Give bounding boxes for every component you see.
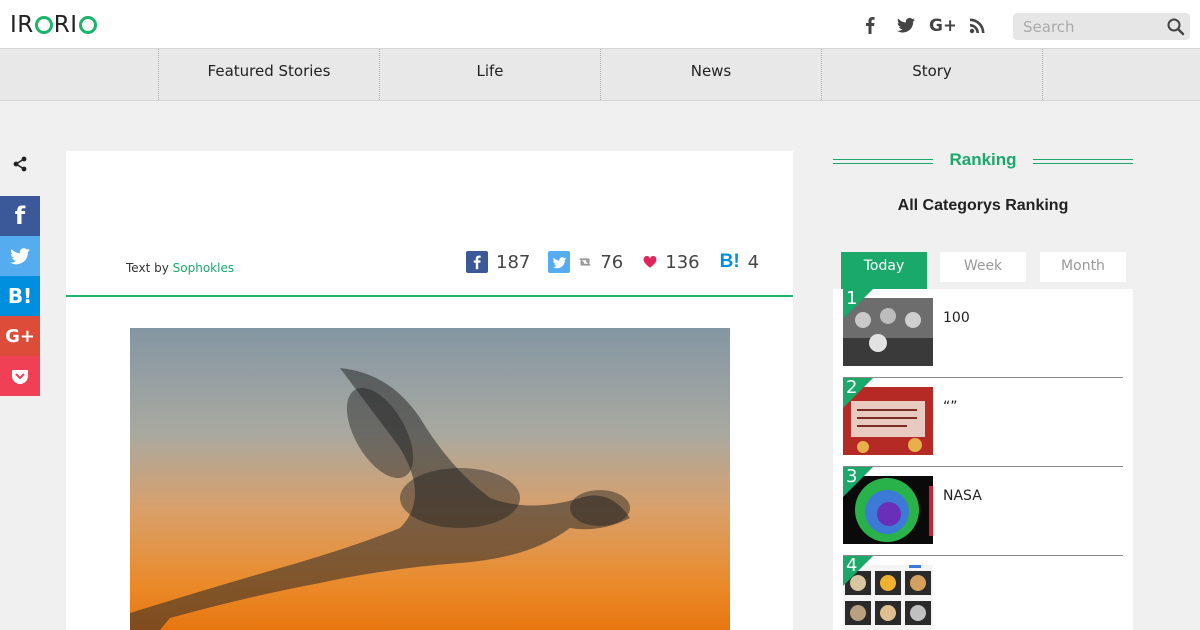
share-counts: 187 76 136 B! 4	[466, 251, 777, 273]
facebook-icon: f	[14, 202, 26, 230]
author-link[interactable]: Sophokles	[173, 261, 234, 275]
nav-item-life[interactable]: Life	[379, 49, 600, 100]
logo-text-i: I	[70, 12, 78, 38]
ranking-header: Ranking	[833, 148, 1133, 174]
ranking-subtitle: All Categorys Ranking	[897, 197, 1069, 214]
google-plus-icon: G+	[5, 325, 35, 347]
share-hatena-button[interactable]: B!	[0, 276, 40, 316]
search-box	[1013, 13, 1190, 40]
hatena-icon: B!	[7, 284, 33, 308]
ranking-list: 1 100 2 “” 3 NASA 4	[833, 288, 1133, 630]
header-social-links: G+	[852, 12, 996, 38]
google-plus-icon[interactable]: G+	[924, 12, 960, 38]
share-twitter-button[interactable]	[0, 236, 40, 276]
search-icon[interactable]	[1166, 17, 1186, 37]
site-logo[interactable]: IR R I	[10, 12, 98, 38]
logo-ring	[78, 16, 97, 34]
article-hero-image	[130, 328, 730, 630]
share-google-plus-button[interactable]: G+	[0, 316, 40, 356]
pocket-icon	[12, 370, 28, 384]
facebook-count: 187	[496, 251, 531, 273]
ranking-item-title[interactable]: NASA	[943, 488, 982, 504]
article-divider	[66, 295, 793, 297]
nav-item-story[interactable]: Story	[821, 49, 1042, 100]
article-byline: Text by Sophokles	[126, 261, 234, 275]
list-item[interactable]: 1 100	[843, 288, 1123, 378]
rss-icon[interactable]	[960, 12, 996, 38]
rank-number: 1	[846, 288, 858, 309]
logo-ring	[34, 16, 53, 34]
list-item[interactable]: 4	[843, 555, 1123, 630]
twitter-icon	[10, 248, 30, 265]
rank-number: 4	[846, 555, 858, 576]
list-item[interactable]: 2 “”	[843, 377, 1123, 467]
byline-prefix: Text by	[126, 261, 169, 275]
tab-today[interactable]: Today	[841, 252, 927, 289]
list-item[interactable]: 3 NASA	[843, 466, 1123, 556]
retweet-count: 76	[600, 251, 624, 273]
nav-item-news[interactable]: News	[600, 49, 821, 100]
likes-count: 136	[665, 251, 700, 273]
article-card: Text by Sophokles 187 76 136 B! 4	[66, 151, 793, 630]
search-input[interactable]	[1013, 13, 1153, 40]
share-icon	[13, 156, 27, 172]
ranking-item-title[interactable]: 100	[943, 310, 970, 326]
facebook-icon	[466, 251, 488, 273]
rank-number: 2	[846, 377, 858, 398]
nav-item-featured-stories[interactable]: Featured Stories	[158, 49, 379, 100]
share-pocket-button[interactable]	[0, 356, 40, 396]
logo-text-r: R	[53, 12, 71, 38]
heart-icon	[641, 251, 659, 273]
tab-month[interactable]: Month	[1040, 252, 1126, 282]
tab-week[interactable]: Week	[940, 252, 1026, 282]
site-header: IR R I G+	[0, 0, 1200, 48]
ranking-item-title[interactable]: “”	[943, 399, 958, 415]
main-nav: Featured Stories Life News Story	[0, 48, 1200, 101]
svg-text:G+: G+	[929, 16, 955, 35]
logo-text-ir: IR	[10, 12, 34, 38]
share-facebook-button[interactable]: f	[0, 196, 40, 236]
hatena-icon: B!	[719, 251, 740, 272]
retweet-icon	[576, 251, 594, 273]
nav-divider	[1042, 49, 1043, 100]
facebook-icon[interactable]	[852, 12, 888, 38]
twitter-icon	[548, 251, 571, 273]
twitter-icon[interactable]	[888, 12, 924, 38]
ranking-rule-right	[1033, 159, 1133, 164]
rank-number: 3	[846, 466, 858, 487]
hatena-count: 4	[747, 251, 760, 273]
